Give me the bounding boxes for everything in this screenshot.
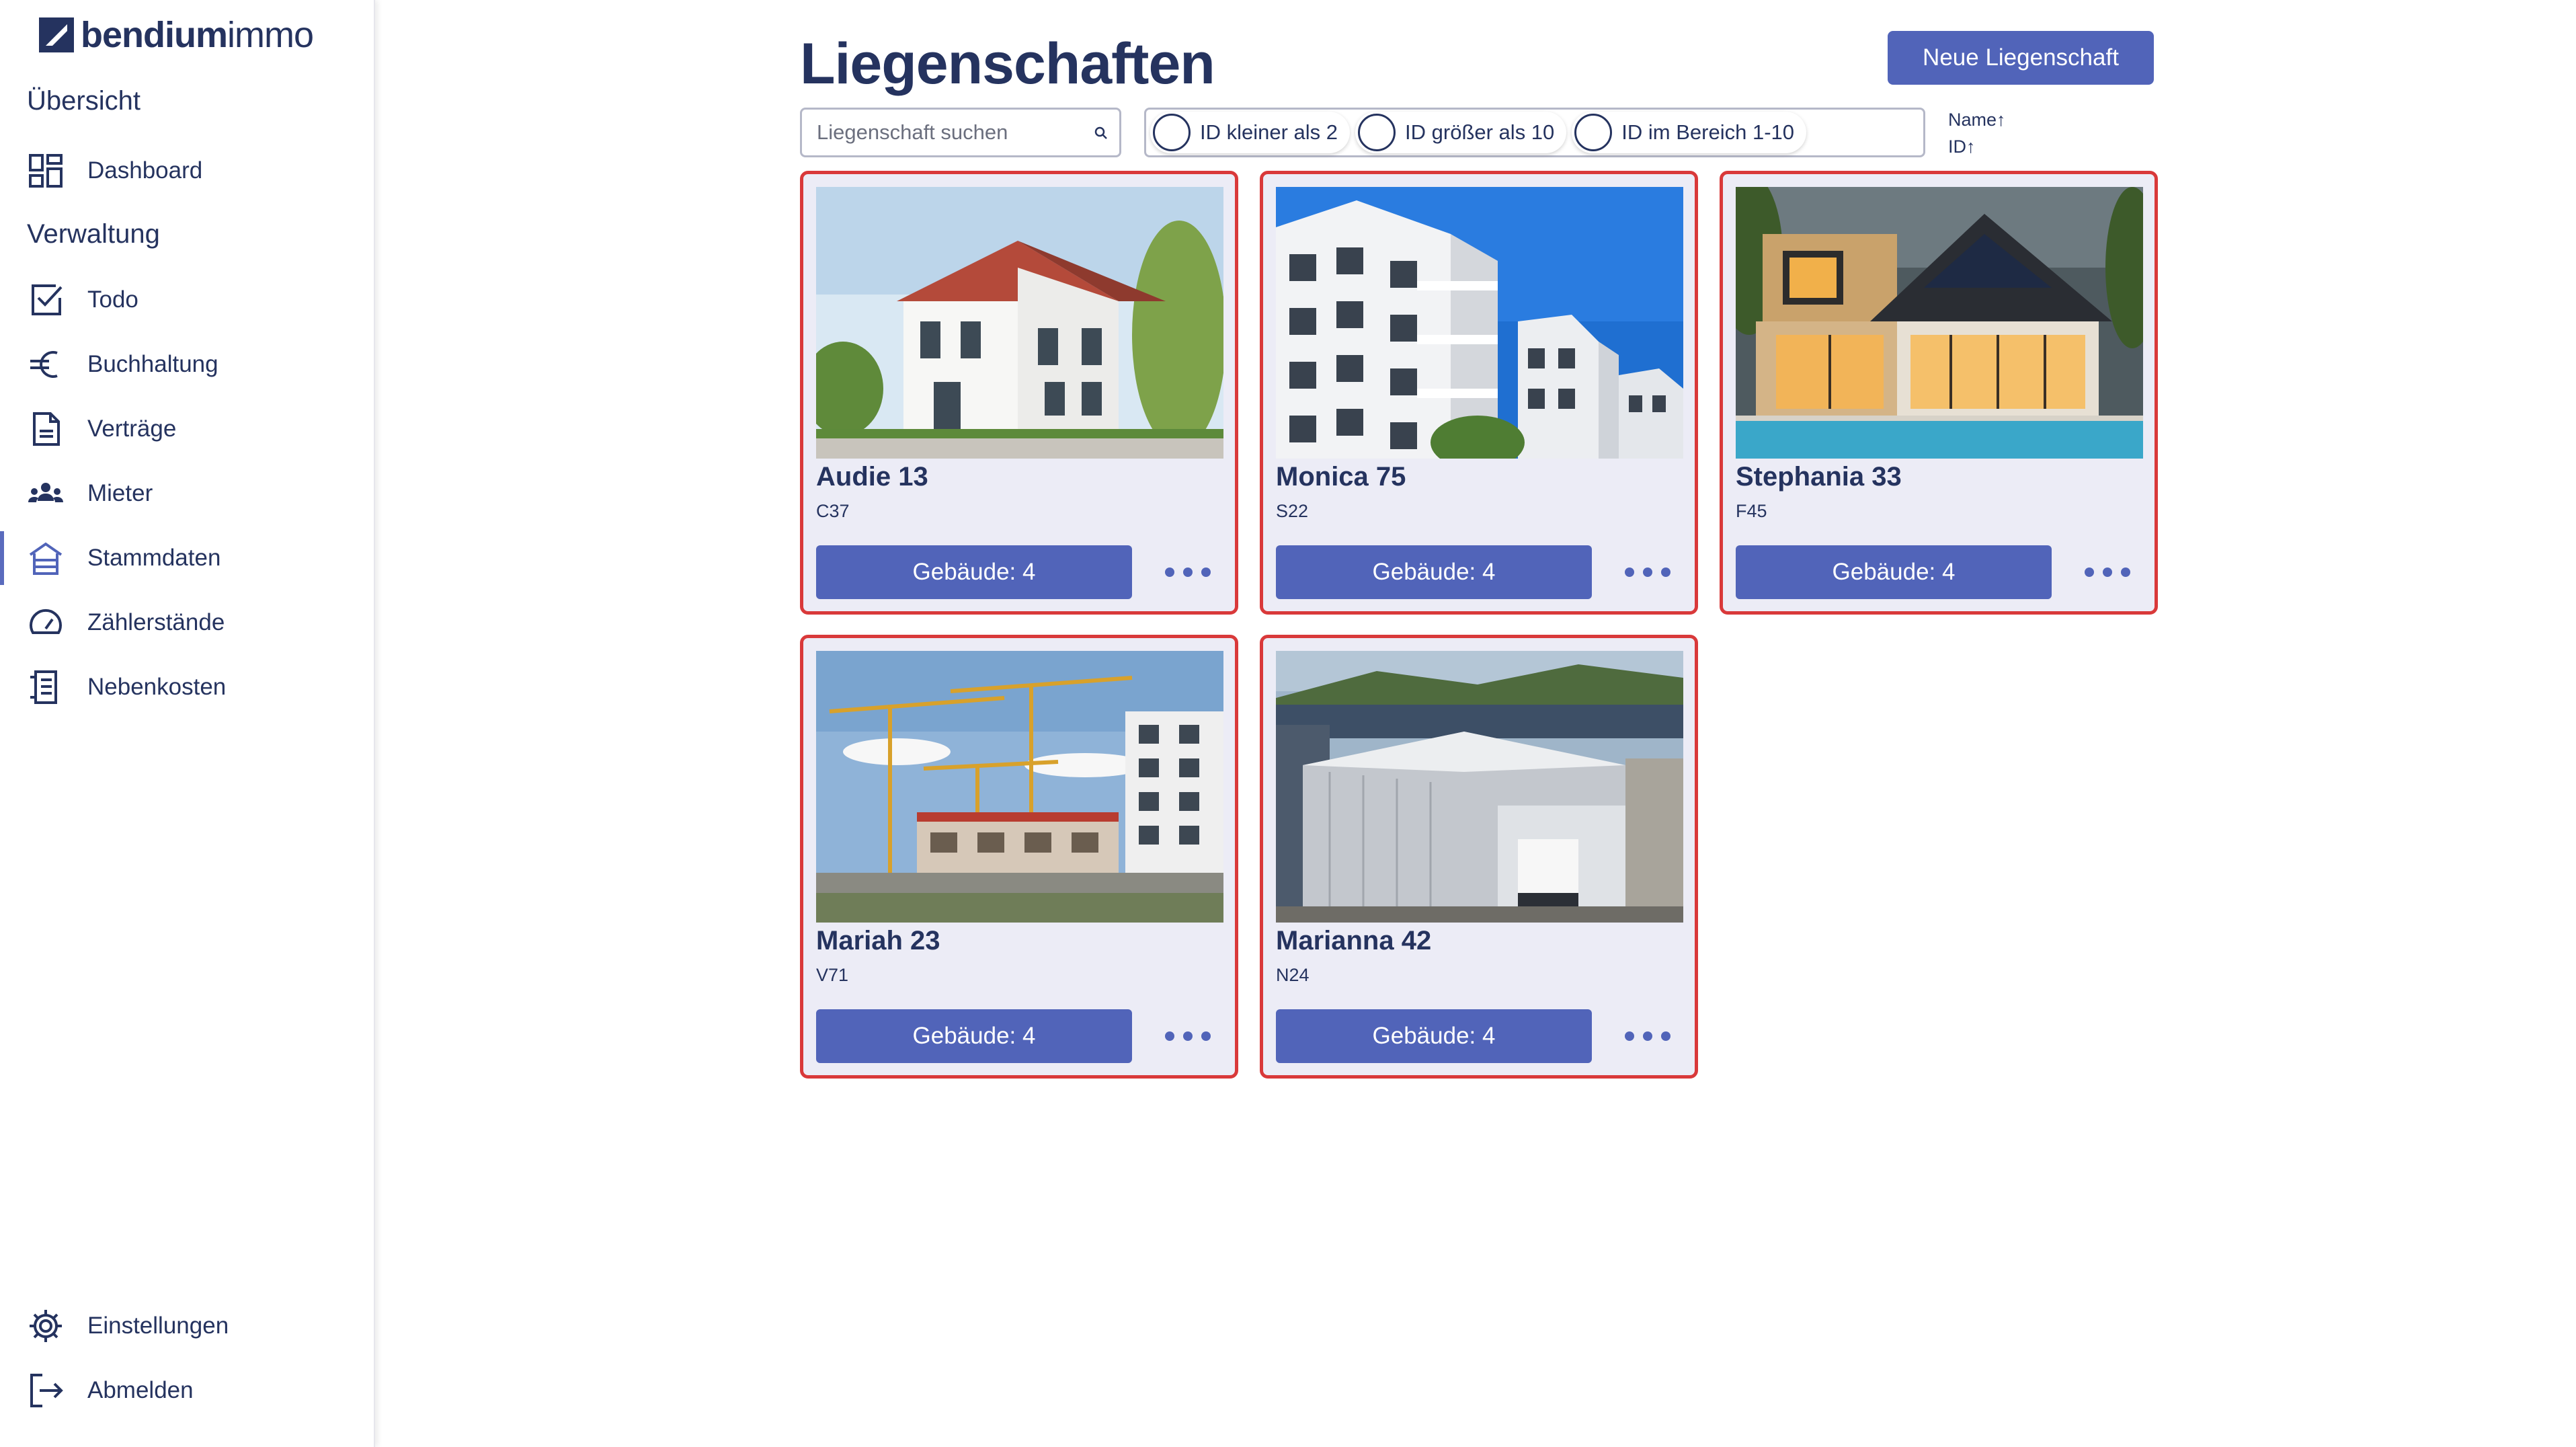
logo-light: immo xyxy=(227,15,314,55)
nav-dashboard[interactable]: Dashboard xyxy=(0,144,375,198)
nav-nebenkosten[interactable]: Nebenkosten xyxy=(0,660,375,714)
sidebar: bendiumimmo Übersicht Dashboard Verwaltu… xyxy=(0,0,375,1447)
property-code: F45 xyxy=(1736,501,1767,521)
nav-einstellungen[interactable]: Einstellungen xyxy=(0,1299,375,1353)
property-code: V71 xyxy=(816,965,849,985)
filter-bar: ID kleiner als 2 ID größer als 10 ID im … xyxy=(1144,108,1925,157)
nav-abmelden[interactable]: Abmelden xyxy=(0,1364,375,1417)
nav-label: Abmelden xyxy=(87,1377,194,1403)
sort-by-id[interactable]: ID↑ xyxy=(1948,133,2006,160)
nav-vertraege[interactable]: Verträge xyxy=(0,402,375,456)
more-options-icon[interactable] xyxy=(1165,559,1211,586)
more-options-icon[interactable] xyxy=(1165,1023,1211,1050)
property-code: S22 xyxy=(1276,501,1309,521)
people-icon xyxy=(27,475,65,512)
property-card[interactable]: Marianna 42 N24 Gebäude: 4 xyxy=(1260,635,1698,1079)
nav-mieter[interactable]: Mieter xyxy=(0,467,375,520)
nav-todo[interactable]: Todo xyxy=(0,273,375,327)
house-icon xyxy=(27,539,65,577)
filter-label: ID größer als 10 xyxy=(1405,120,1555,144)
nav-label: Zählerstände xyxy=(87,609,225,635)
property-card[interactable]: Mariah 23 V71 Gebäude: 4 xyxy=(800,635,1238,1079)
search-box xyxy=(800,108,1121,157)
radio-icon[interactable] xyxy=(1153,114,1191,151)
buildings-button[interactable]: Gebäude: 4 xyxy=(1276,1009,1592,1063)
property-code: N24 xyxy=(1276,965,1310,985)
more-options-icon[interactable] xyxy=(1625,559,1671,586)
nav-zaehlerstaende[interactable]: Zählerstände xyxy=(0,596,375,650)
property-code: C37 xyxy=(816,501,850,521)
gauge-icon xyxy=(27,604,65,641)
logo-bold: bendium xyxy=(81,15,228,55)
filter-id-range-1-10[interactable]: ID im Bereich 1-10 xyxy=(1572,112,1807,153)
property-card[interactable]: Monica 75 S22 Gebäude: 4 xyxy=(1260,171,1698,615)
property-image-apartment-block xyxy=(1276,187,1683,459)
filter-id-less-than-2[interactable]: ID kleiner als 2 xyxy=(1150,112,1351,153)
nav-label: Todo xyxy=(87,286,138,313)
receipt-icon xyxy=(27,668,65,706)
property-name: Marianna 42 xyxy=(1276,926,1432,955)
property-card[interactable]: Audie 13 C37 Gebäude: 4 xyxy=(800,171,1238,615)
dashboard-icon xyxy=(27,152,65,190)
gear-icon xyxy=(27,1307,65,1345)
euro-icon xyxy=(27,346,65,383)
page-title: Liegenschaften xyxy=(800,32,1215,96)
property-name: Mariah 23 xyxy=(816,926,940,955)
nav-label: Einstellungen xyxy=(87,1313,229,1339)
nav-label: Nebenkosten xyxy=(87,674,227,700)
more-options-icon[interactable] xyxy=(2085,559,2130,586)
filter-id-greater-than-10[interactable]: ID größer als 10 xyxy=(1355,112,1567,153)
property-name: Monica 75 xyxy=(1276,462,1406,492)
radio-icon[interactable] xyxy=(1574,114,1613,151)
search-icon[interactable] xyxy=(1092,124,1110,142)
logo-icon xyxy=(39,17,74,52)
section-admin: Verwaltung xyxy=(27,219,160,249)
nav-label: Stammdaten xyxy=(87,545,221,571)
nav-label: Mieter xyxy=(87,480,153,506)
property-card[interactable]: Stephania 33 F45 Gebäude: 4 xyxy=(1720,171,2158,615)
sort-options: Name↑ ID↑ xyxy=(1948,106,2006,160)
buildings-button[interactable]: Gebäude: 4 xyxy=(816,1009,1132,1063)
property-image-modern-villa xyxy=(1736,187,2143,459)
more-options-icon[interactable] xyxy=(1625,1023,1671,1050)
buildings-button[interactable]: Gebäude: 4 xyxy=(1736,545,2052,599)
sort-by-name[interactable]: Name↑ xyxy=(1948,106,2006,133)
section-overview: Übersicht xyxy=(27,86,140,116)
property-image-white-house xyxy=(816,187,1223,459)
nav-label: Verträge xyxy=(87,416,177,442)
app-logo[interactable]: bendiumimmo xyxy=(38,13,314,56)
filter-label: ID im Bereich 1-10 xyxy=(1621,120,1795,144)
document-icon xyxy=(27,410,65,448)
search-input[interactable] xyxy=(817,120,1072,145)
nav-label: Buchhaltung xyxy=(87,351,218,377)
nav-buchhaltung[interactable]: Buchhaltung xyxy=(0,338,375,391)
nav-label: Dashboard xyxy=(87,157,203,184)
property-image-warehouse xyxy=(1276,651,1683,923)
buildings-button[interactable]: Gebäude: 4 xyxy=(1276,545,1592,599)
radio-icon[interactable] xyxy=(1358,114,1396,151)
logout-icon xyxy=(27,1372,65,1409)
checkbox-icon xyxy=(27,281,65,319)
new-property-button[interactable]: Neue Liegenschaft xyxy=(1888,31,2154,85)
nav-stammdaten[interactable]: Stammdaten xyxy=(0,531,375,585)
buildings-button[interactable]: Gebäude: 4 xyxy=(816,545,1132,599)
property-name: Stephania 33 xyxy=(1736,462,1902,492)
property-name: Audie 13 xyxy=(816,462,928,492)
property-image-construction-site xyxy=(816,651,1223,923)
filter-label: ID kleiner als 2 xyxy=(1200,120,1338,144)
